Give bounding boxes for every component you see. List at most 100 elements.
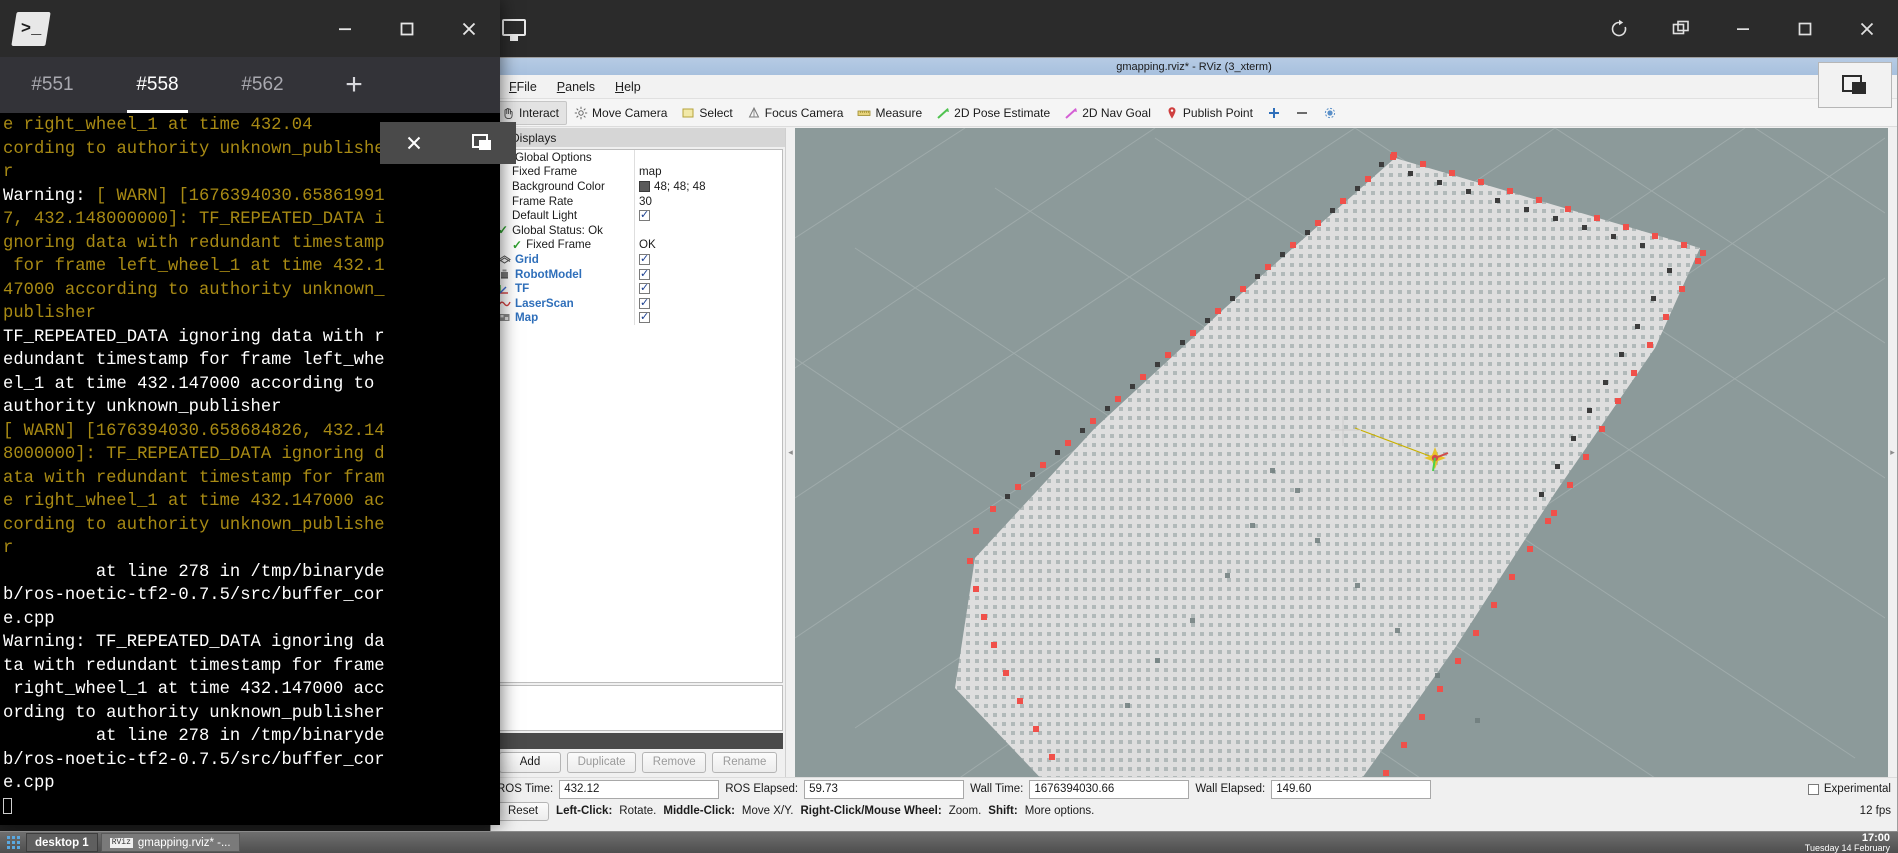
close-icon[interactable] bbox=[438, 0, 500, 57]
tree-row-fixed-frame-status[interactable]: ✓ Fixed Frame OK bbox=[494, 237, 782, 253]
tree-row-global-options[interactable]: Global Options bbox=[494, 150, 782, 165]
color-swatch[interactable] bbox=[639, 180, 650, 192]
ruler-icon bbox=[857, 106, 871, 120]
refresh-icon[interactable] bbox=[1588, 0, 1650, 57]
row-value[interactable]: map bbox=[639, 165, 662, 178]
app-grid-icon[interactable] bbox=[0, 832, 26, 853]
rename-button[interactable]: Rename bbox=[712, 751, 777, 773]
wall-time-field[interactable]: 1676394030.66 bbox=[1029, 779, 1190, 799]
hint-right-click-key: Right-Click/Mouse Wheel: bbox=[800, 805, 942, 817]
map-checkbox[interactable] bbox=[639, 310, 650, 324]
term-line: 47000 according to authority unknown_ bbox=[3, 280, 385, 300]
tool-2d-nav-goal[interactable]: 2D Nav Goal bbox=[1057, 101, 1158, 125]
tool-move-camera[interactable]: Move Camera bbox=[567, 101, 674, 125]
term-line: [ WARN] [1676394030.658684826, 432.14 bbox=[3, 421, 385, 441]
rviz-3d-view[interactable] bbox=[795, 128, 1888, 777]
rviz-time-panel: ROS Time: 432.12 ROS Elapsed: 59.73 Wall… bbox=[491, 777, 1897, 800]
robotmodel-checkbox[interactable] bbox=[639, 267, 650, 280]
menu-panels[interactable]: Panels bbox=[547, 78, 605, 96]
taskbar: desktop 1 RViz gmapping.rviz* -... 17:00… bbox=[0, 831, 1898, 853]
tab-558[interactable]: #558 bbox=[105, 57, 210, 113]
tool-select[interactable]: Select bbox=[674, 101, 739, 125]
default-light-checkbox[interactable] bbox=[639, 208, 650, 222]
hint-shift-text: More options. bbox=[1024, 805, 1095, 817]
ros-time-field[interactable]: 432.12 bbox=[559, 779, 720, 799]
tree-row-map[interactable]: Map bbox=[494, 310, 782, 326]
close-icon[interactable] bbox=[1836, 0, 1898, 57]
tab-551[interactable]: #551 bbox=[0, 57, 105, 113]
pose-arrow-icon bbox=[936, 106, 950, 120]
terminal-window-controls bbox=[314, 0, 500, 57]
tool-interact[interactable]: Interact bbox=[493, 100, 568, 125]
tf-checkbox[interactable] bbox=[639, 281, 650, 295]
grid-checkbox[interactable] bbox=[639, 252, 650, 265]
focus-icon bbox=[747, 106, 761, 120]
taskbar-window-rviz[interactable]: RViz gmapping.rviz* -... bbox=[100, 833, 240, 852]
display-properties-pane[interactable] bbox=[493, 685, 783, 731]
tab-562[interactable]: #562 bbox=[210, 57, 315, 113]
term-line: authority unknown_publisher bbox=[3, 398, 282, 417]
row-value[interactable]: 30 bbox=[639, 195, 652, 208]
tree-row-laserscan[interactable]: LaserScan bbox=[494, 296, 782, 311]
row-label: RobotModel bbox=[515, 267, 582, 281]
rviz-toolbar: Interact Move Camera Select Focus Camera… bbox=[491, 99, 1897, 127]
laserscan-checkbox[interactable] bbox=[639, 296, 650, 309]
reset-button[interactable]: Reset bbox=[497, 801, 550, 821]
terminal-output[interactable]: e right_wheel_1 at time 432.04 cording t… bbox=[0, 113, 500, 825]
minimize-icon[interactable] bbox=[314, 0, 376, 57]
tool-2d-pose-estimate[interactable]: 2D Pose Estimate bbox=[929, 101, 1057, 125]
taskbar-clock[interactable]: 17:00 Tuesday 14 February bbox=[1805, 832, 1898, 853]
displays-button-row: Add Duplicate Remove Rename bbox=[491, 751, 785, 777]
tree-row-global-status[interactable]: ✓ Global Status: Ok bbox=[494, 222, 782, 238]
tool-options[interactable] bbox=[1316, 101, 1344, 125]
overlay-restore-icon[interactable] bbox=[448, 122, 516, 164]
tree-row-fixed-frame[interactable]: Fixed Frame map bbox=[494, 164, 782, 180]
row-label: Fixed Frame bbox=[526, 238, 592, 252]
term-line: Warning: TF_REPEATED_DATA ignoring da bbox=[3, 633, 385, 652]
tool-publish-point[interactable]: Publish Point bbox=[1158, 101, 1260, 125]
tool-focus-camera[interactable]: Focus Camera bbox=[740, 101, 851, 125]
term-line: TF_REPEATED_DATA ignoring data with r bbox=[3, 327, 385, 347]
duplicate-button[interactable]: Duplicate bbox=[567, 751, 637, 773]
minimize-icon[interactable] bbox=[1712, 0, 1774, 57]
menu-help[interactable]: Help bbox=[605, 78, 651, 96]
term-line: e right_wheel_1 at time 432.147000 ac bbox=[3, 492, 385, 511]
tree-row-robotmodel[interactable]: RobotModel bbox=[494, 267, 782, 282]
menu-file[interactable]: FFile bbox=[499, 78, 547, 96]
term-line: ording to authority unknown_publisher bbox=[3, 703, 385, 723]
overlay-close-icon[interactable] bbox=[380, 122, 448, 164]
experimental-checkbox[interactable] bbox=[1807, 783, 1819, 795]
wall-elapsed-label: Wall Elapsed: bbox=[1195, 783, 1266, 795]
row-value[interactable]: 48; 48; 48 bbox=[654, 180, 706, 193]
tool-label: Publish Point bbox=[1182, 105, 1253, 120]
tool-add[interactable] bbox=[1260, 101, 1288, 125]
duplicate-window-icon[interactable] bbox=[1650, 0, 1712, 57]
plus-circle-icon bbox=[1267, 106, 1281, 120]
tree-row-grid[interactable]: Grid bbox=[494, 252, 782, 267]
term-line: b/ros-noetic-tf2-0.7.5/src/buffer_cor bbox=[3, 750, 385, 770]
status-ok-icon: ✓ bbox=[512, 237, 523, 252]
new-tab-button[interactable]: + bbox=[315, 57, 393, 113]
tree-row-default-light[interactable]: Default Light bbox=[494, 208, 782, 223]
term-line: gnoring data with redundant timestamp bbox=[3, 233, 385, 253]
add-button[interactable]: Add bbox=[499, 751, 561, 773]
tool-remove[interactable] bbox=[1288, 101, 1316, 125]
experimental-toggle[interactable]: Experimental bbox=[1807, 783, 1891, 795]
tree-row-background-color[interactable]: Background Color 48; 48; 48 bbox=[494, 179, 782, 194]
wall-time-label: Wall Time: bbox=[970, 783, 1024, 795]
panel-splitter-right[interactable]: ▸ bbox=[1888, 128, 1897, 777]
ros-elapsed-field[interactable]: 59.73 bbox=[804, 779, 965, 799]
workspace-desktop-1[interactable]: desktop 1 bbox=[26, 833, 98, 852]
wall-elapsed-field[interactable]: 149.60 bbox=[1271, 779, 1432, 799]
tree-row-tf[interactable]: TF bbox=[494, 281, 782, 296]
remove-button[interactable]: Remove bbox=[642, 751, 707, 773]
tool-measure[interactable]: Measure bbox=[850, 101, 929, 125]
maximize-icon[interactable] bbox=[376, 0, 438, 57]
publish-point-icon bbox=[1165, 106, 1179, 120]
term-line: r bbox=[3, 539, 14, 558]
tree-row-frame-rate[interactable]: Frame Rate 30 bbox=[494, 193, 782, 209]
displays-tree[interactable]: Global Options Fixed Frame map Backgroun… bbox=[493, 149, 783, 683]
detach-window-icon[interactable] bbox=[1818, 62, 1892, 108]
maximize-icon[interactable] bbox=[1774, 0, 1836, 57]
panel-splitter-left[interactable]: ◂ bbox=[786, 128, 795, 777]
